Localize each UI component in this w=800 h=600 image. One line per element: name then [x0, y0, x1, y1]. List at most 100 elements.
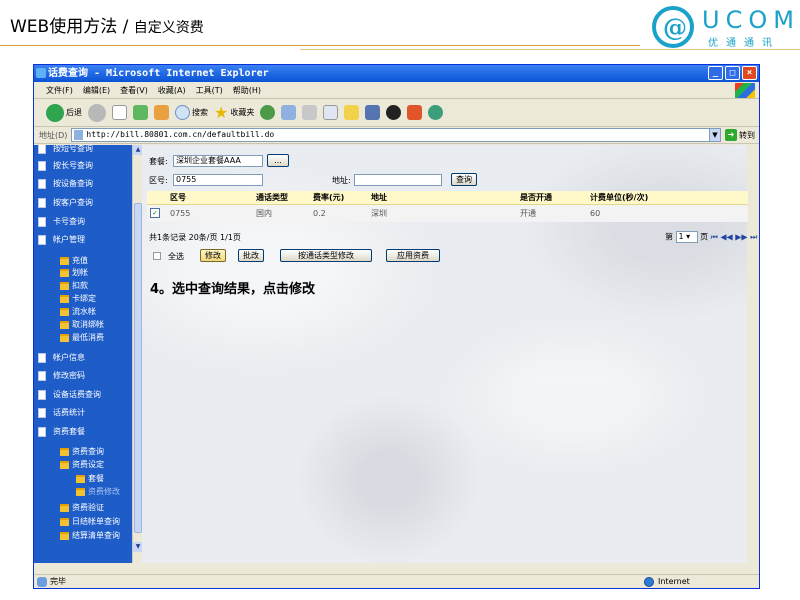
back-button[interactable]: 后退	[46, 103, 82, 122]
last-page-icon[interactable]: ⏭	[750, 233, 757, 242]
sidebar-item-card-query[interactable]: 卡号查询	[38, 216, 85, 227]
sidebar-sub-unbind[interactable]: 取消绑帐	[60, 319, 104, 330]
sidebar-sub-label: 充值	[72, 256, 88, 265]
menu-tools[interactable]: 工具(T)	[196, 82, 223, 98]
sidebar-sub-tariff-query[interactable]: 资费查询	[60, 446, 104, 457]
sidebar-item-account-info[interactable]: 帐户信息	[38, 352, 85, 363]
sidebar-sub-deduct[interactable]: 扣款	[60, 280, 88, 291]
menu-help[interactable]: 帮助(H)	[233, 82, 261, 98]
search-button[interactable]: 搜索	[175, 105, 208, 120]
sidebar-item-label: 话费统计	[53, 408, 85, 417]
doc-icon	[38, 370, 46, 381]
col-check	[147, 191, 167, 205]
sidebar-item-tariff-package[interactable]: 资费套餐	[38, 426, 85, 437]
page-select[interactable]: 1 ▾	[675, 231, 698, 243]
sidebar-sub-tariff-set[interactable]: 资费设定	[60, 459, 104, 470]
menu-favorites[interactable]: 收藏(A)	[158, 82, 186, 98]
folder-icon	[60, 320, 69, 329]
sidebar-item-label: 按设备查询	[53, 179, 93, 188]
maximize-button[interactable]: □	[725, 66, 740, 80]
modify-by-type-button[interactable]: 按通话类型修改	[280, 249, 372, 262]
close-button[interactable]: ×	[742, 66, 757, 80]
ucom-logo: @ UCOM 优通通讯	[650, 4, 800, 50]
sidebar-item-customer-query[interactable]: 按客户查询	[38, 197, 93, 208]
sidebar-item-short-query[interactable]: 按短号查询	[38, 145, 93, 154]
sidebar-sub-card-bind[interactable]: 卡绑定	[60, 293, 96, 304]
edit-icon[interactable]	[323, 105, 339, 120]
first-page-icon[interactable]: ⏮	[711, 233, 718, 242]
forward-button[interactable]	[88, 103, 106, 122]
sidebar-item-label: 资费套餐	[53, 427, 85, 436]
sidebar-item-label: 卡号查询	[53, 217, 85, 226]
table-row[interactable]: ✓ 0755 国内 0.2 深圳 开通 60	[147, 204, 748, 222]
query-button[interactable]: 查询	[451, 173, 477, 186]
sidebar-nav: 按短号查询 按长号查询 按设备查询 按客户查询 卡号查询 帐户管理 充值 划帐 …	[34, 145, 132, 563]
messenger-icon[interactable]	[428, 105, 444, 120]
package-browse-button[interactable]: ...	[267, 154, 289, 167]
sidebar-sub-label: 划帐	[72, 268, 88, 277]
header-divider	[0, 45, 640, 46]
sidebar-sub-tariff-verify[interactable]: 资费验证	[60, 502, 104, 513]
sidebar-sub-label: 结算清单查询	[72, 531, 120, 540]
discuss-icon[interactable]	[344, 105, 360, 120]
address-dropdown-icon[interactable]: ▼	[709, 128, 721, 142]
row-checkbox[interactable]: ✓	[150, 208, 160, 219]
address-input[interactable]: http://bill.80801.com.cn/defaultbill.do	[71, 128, 710, 142]
doc-icon	[38, 178, 46, 189]
sidebar-item-account-mgmt[interactable]: 帐户管理	[38, 234, 85, 245]
menu-view[interactable]: 查看(V)	[120, 82, 148, 98]
sidebar-sub-min-spend[interactable]: 最低消费	[60, 332, 104, 343]
modify-button[interactable]: 修改	[200, 249, 226, 262]
sidebar-sub-recharge[interactable]: 充值	[60, 255, 88, 266]
sidebar-item-label: 帐户信息	[53, 353, 85, 362]
result-table: 区号 通话类型 费率(元) 地址 是否开通 计费单位(秒/次) ✓ 0755 国…	[147, 191, 748, 222]
star-icon: ★	[214, 103, 229, 122]
page-suffix: 页	[700, 232, 709, 242]
browser-window: 话费查询 - Microsoft Internet Explorer _ □ ×…	[33, 64, 760, 589]
history-icon[interactable]	[260, 105, 276, 120]
prev-page-icon[interactable]: ◀◀	[720, 233, 732, 242]
next-page-icon[interactable]: ▶▶	[735, 233, 747, 242]
scroll-thumb[interactable]	[134, 203, 142, 533]
go-label: 转到	[739, 130, 755, 140]
sidebar-sub-label: 最低消费	[72, 333, 104, 342]
area-input[interactable]: 0755	[173, 174, 263, 186]
sidebar-sub-tariff-modify[interactable]: 资费修改	[76, 486, 120, 497]
favorites-button[interactable]: ★ 收藏夹	[214, 103, 254, 122]
sidebar-sub-package[interactable]: 套餐	[76, 473, 104, 484]
sidebar-item-device-fee-query[interactable]: 设备话费查询	[38, 389, 101, 400]
col-type: 通话类型	[253, 191, 310, 205]
stop-icon[interactable]	[112, 105, 127, 120]
main-scrollbar[interactable]	[747, 145, 759, 563]
sidebar-item-device-query[interactable]: 按设备查询	[38, 178, 93, 189]
batch-modify-button[interactable]: 批改	[238, 249, 264, 262]
sidebar-sub-settlement[interactable]: 结算清单查询	[60, 530, 120, 541]
app-icon[interactable]	[407, 105, 423, 120]
sidebar-sub-label: 扣款	[72, 281, 88, 290]
sidebar-sub-ledger[interactable]: 流水帐	[60, 306, 96, 317]
menu-file[interactable]: 文件(F)	[46, 82, 73, 98]
address-field-input[interactable]	[354, 174, 442, 186]
sidebar-hscroll[interactable]	[34, 563, 132, 573]
sidebar-scrollbar[interactable]: ▲ ▼	[132, 145, 143, 563]
home-icon[interactable]	[154, 105, 169, 120]
select-all-checkbox[interactable]	[153, 252, 161, 260]
sidebar-sub-transfer[interactable]: 划帐	[60, 267, 88, 278]
cell-addr: 深圳	[368, 204, 517, 222]
sidebar-item-change-password[interactable]: 修改密码	[38, 370, 85, 381]
mail-icon[interactable]	[281, 105, 297, 120]
menu-edit[interactable]: 编辑(E)	[83, 82, 110, 98]
go-button[interactable]: ➜ 转到	[725, 129, 755, 141]
print-icon[interactable]	[302, 105, 318, 120]
sidebar-item-fee-stats[interactable]: 话费统计	[38, 407, 85, 418]
pager-controls: 第 1 ▾ 页 ⏮ ◀◀ ▶▶ ⏭	[665, 231, 757, 243]
package-input[interactable]: 深圳企业套餐AAA	[173, 155, 263, 167]
qq-icon[interactable]	[386, 105, 402, 120]
research-icon[interactable]	[365, 105, 381, 120]
apply-tariff-button[interactable]: 应用资费	[386, 249, 440, 262]
sidebar-item-long-query[interactable]: 按长号查询	[38, 160, 93, 171]
refresh-icon[interactable]	[133, 105, 148, 120]
folder-icon	[60, 256, 69, 265]
sidebar-sub-daily-bill[interactable]: 日结帐单查询	[60, 516, 120, 527]
minimize-button[interactable]: _	[708, 66, 723, 80]
